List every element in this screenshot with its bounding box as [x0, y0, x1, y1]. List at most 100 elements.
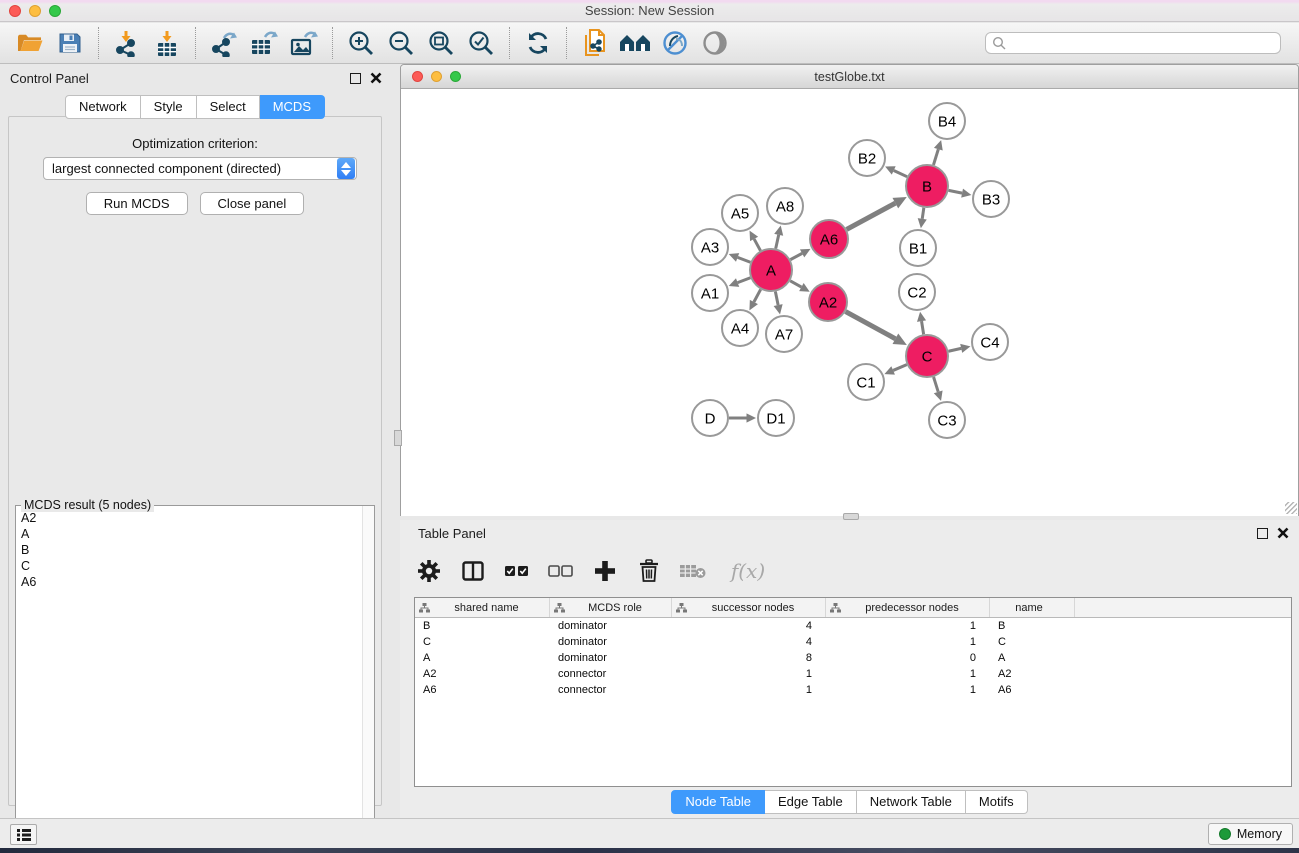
zoom-fit-button[interactable]: [421, 25, 461, 61]
table-row[interactable]: A2connector11A2: [415, 666, 1291, 682]
tab-mcds[interactable]: MCDS: [260, 95, 325, 119]
node-table[interactable]: shared nameMCDS rolesuccessor nodesprede…: [414, 597, 1292, 787]
save-session-button[interactable]: [50, 25, 90, 61]
close-panel-button[interactable]: Close panel: [200, 192, 305, 215]
graph-edge-A-A5[interactable]: [754, 239, 760, 251]
result-item[interactable]: A6: [21, 574, 361, 590]
export-network-button[interactable]: [204, 25, 244, 61]
vertical-split-handle[interactable]: [394, 430, 402, 446]
search-input[interactable]: [1010, 36, 1274, 50]
import-network-button[interactable]: [107, 25, 147, 61]
arrowhead-icon: [774, 226, 783, 236]
graph-edge-B-B3[interactable]: [949, 190, 963, 193]
graph-edge-A-A1[interactable]: [738, 278, 751, 283]
export-table-icon: [249, 29, 279, 57]
select-all-button[interactable]: [502, 554, 532, 588]
table-row[interactable]: A6connector11A6: [415, 682, 1291, 698]
open-session-button[interactable]: [10, 25, 50, 61]
column-header-predecessor-nodes[interactable]: predecessor nodes: [826, 598, 990, 617]
column-header-label: name: [990, 602, 1074, 614]
graph-node-label: D: [705, 410, 716, 427]
network-graph[interactable]: B4B2BB3A8A5A6A3B1AA1C2A2A4A7C4CC1DD1C3: [401, 89, 1298, 516]
table-close-icon[interactable]: [1277, 527, 1289, 539]
column-header-name[interactable]: name: [990, 598, 1075, 617]
graph-edge-C-C2[interactable]: [922, 321, 924, 334]
new-network-from-selection-button[interactable]: [575, 25, 615, 61]
tab-network-table[interactable]: Network Table: [857, 790, 966, 814]
toolbar-separator: [509, 27, 510, 59]
graph-edge-C-C1[interactable]: [893, 365, 907, 371]
refresh-button[interactable]: [518, 25, 558, 61]
add-column-button[interactable]: [590, 554, 620, 588]
graph-edge-C-C4[interactable]: [948, 348, 961, 351]
tab-select[interactable]: Select: [197, 95, 260, 119]
column-header-successor-nodes[interactable]: successor nodes: [672, 598, 826, 617]
hierarchy-icon: [676, 603, 687, 613]
table-row[interactable]: Cdominator41C: [415, 634, 1291, 650]
arrowhead-icon: [934, 390, 943, 400]
export-table-button[interactable]: [244, 25, 284, 61]
main-toolbar: [0, 23, 1299, 64]
graph-edge-B-B4[interactable]: [933, 149, 938, 165]
graph-edge-A-A7[interactable]: [775, 292, 778, 306]
graph-edge-A6-B[interactable]: [847, 203, 896, 229]
function-builder-button[interactable]: f(x): [722, 554, 774, 588]
result-scrollbar[interactable]: [362, 506, 374, 844]
home-button[interactable]: [615, 25, 655, 61]
memory-status-icon: [1219, 828, 1231, 840]
tab-motifs[interactable]: Motifs: [966, 790, 1028, 814]
graph-edge-A-A4[interactable]: [754, 289, 761, 302]
column-header-shared-name[interactable]: shared name: [415, 598, 550, 617]
column-header-MCDS-role[interactable]: MCDS role: [550, 598, 672, 617]
result-item[interactable]: A: [21, 526, 361, 542]
graph-node-label: A1: [701, 285, 719, 302]
network-window-titlebar[interactable]: testGlobe.txt: [401, 65, 1298, 89]
dropdown-value: largest connected component (directed): [44, 161, 337, 176]
horizontal-split-handle[interactable]: [843, 513, 859, 520]
fx-icon: f(x): [731, 559, 765, 583]
result-item[interactable]: A2: [21, 510, 361, 526]
deselect-all-button[interactable]: [546, 554, 576, 588]
tab-edge-table[interactable]: Edge Table: [765, 790, 857, 814]
import-table-button[interactable]: [147, 25, 187, 61]
optimization-criterion-dropdown[interactable]: largest connected component (directed): [43, 157, 357, 180]
mcds-result-list[interactable]: A2ABCA6: [17, 510, 361, 843]
graph-edge-A-A6[interactable]: [790, 253, 802, 259]
memory-button[interactable]: Memory: [1208, 823, 1293, 845]
graph-edge-A-A8[interactable]: [776, 235, 779, 249]
graph-edge-C-C3[interactable]: [934, 377, 939, 392]
tab-node-table[interactable]: Node Table: [671, 790, 765, 814]
result-item[interactable]: C: [21, 558, 361, 574]
result-item[interactable]: B: [21, 542, 361, 558]
show-hide-panels-button[interactable]: [695, 25, 735, 61]
tab-style[interactable]: Style: [141, 95, 197, 119]
show-columns-button[interactable]: [458, 554, 488, 588]
task-history-button[interactable]: [10, 824, 37, 845]
tab-network[interactable]: Network: [65, 95, 141, 119]
save-icon: [58, 31, 82, 55]
graph-edge-B-B2[interactable]: [894, 170, 907, 176]
export-image-button[interactable]: [284, 25, 324, 61]
close-panel-icon[interactable]: [370, 72, 382, 84]
zoom-in-button[interactable]: [341, 25, 381, 61]
desktop-background: [0, 848, 1299, 853]
network-canvas[interactable]: B4B2BB3A8A5A6A3B1AA1C2A2A4A7C4CC1DD1C3: [401, 89, 1298, 516]
search-field[interactable]: [985, 32, 1281, 54]
table-row[interactable]: Adominator80A: [415, 650, 1291, 666]
graph-edge-A-A3[interactable]: [738, 257, 751, 262]
hide-graphics-details-button[interactable]: [655, 25, 695, 61]
table-settings-button[interactable]: [414, 554, 444, 588]
run-mcds-button[interactable]: Run MCDS: [86, 192, 188, 215]
table-row[interactable]: Bdominator41B: [415, 618, 1291, 634]
delete-table-button[interactable]: [678, 554, 708, 588]
delete-column-button[interactable]: [634, 554, 664, 588]
float-panel-icon[interactable]: [350, 73, 361, 84]
zoom-out-button[interactable]: [381, 25, 421, 61]
graph-edge-B-B1[interactable]: [922, 208, 924, 219]
window-resize-grip[interactable]: [1285, 502, 1297, 514]
table-cell: A2: [415, 668, 550, 680]
graph-edge-A2-C[interactable]: [846, 312, 896, 339]
zoom-selected-button[interactable]: [461, 25, 501, 61]
table-float-icon[interactable]: [1257, 528, 1268, 539]
graph-edge-A-A2[interactable]: [790, 281, 801, 287]
